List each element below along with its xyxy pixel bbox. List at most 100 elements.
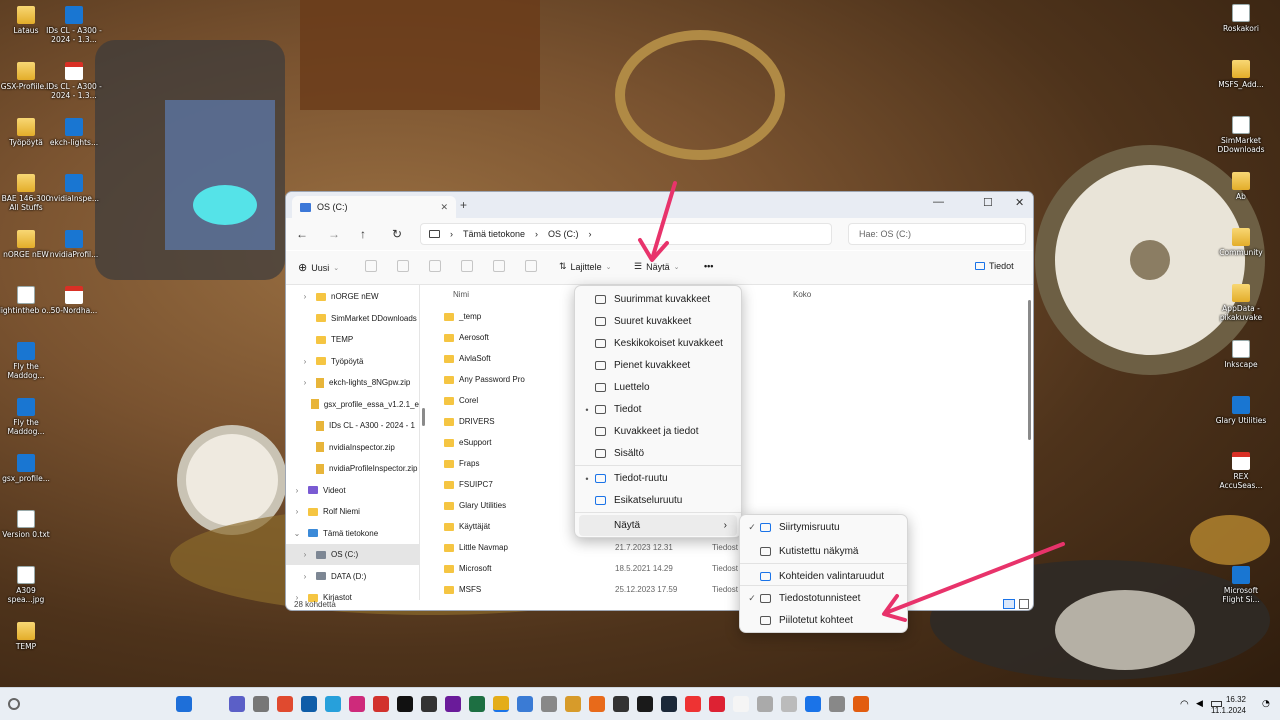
search-input[interactable]: Hae: OS (C:) — [848, 223, 1026, 245]
notes-icon[interactable] — [565, 696, 581, 712]
explorer-icon[interactable] — [493, 696, 509, 712]
maximize-button[interactable]: ☐ — [983, 196, 993, 209]
desktop-icon[interactable]: ekch-lights... — [46, 118, 102, 147]
chrome-icon[interactable] — [445, 696, 461, 712]
show-menu-item[interactable]: Kohteiden valintaruudut — [744, 566, 904, 587]
chevron-icon[interactable]: › — [300, 357, 310, 366]
desktop-icon[interactable]: TEMP — [0, 622, 54, 651]
speaker-icon[interactable]: ◀ — [1196, 699, 1203, 709]
forward-button[interactable]: → — [328, 227, 360, 241]
teams-icon[interactable] — [301, 696, 317, 712]
sidebar-item[interactable]: › nORGE nEW — [286, 286, 419, 307]
address-bar[interactable]: › Tämä tietokone › OS (C:) › — [420, 223, 832, 245]
up-button[interactable]: ↑ — [360, 227, 392, 241]
chevron-icon[interactable]: › — [300, 292, 310, 301]
desktop-icon[interactable]: Microsoft Flight Si... — [1213, 566, 1269, 604]
desktop-icon[interactable]: 50-Nordha... — [46, 286, 102, 315]
sidebar-item[interactable]: IDs CL - A300 - 2024 - 1 — [286, 415, 419, 436]
minimize-button[interactable]: — — [933, 196, 944, 208]
view-menu-item[interactable]: Pienet kuvakkeet — [579, 355, 737, 376]
mail-icon[interactable] — [349, 696, 365, 712]
desktop-icon[interactable]: IDs CL - A300 - 2024 - 1.3... — [46, 62, 102, 100]
desktop-icon[interactable]: Roskakori — [1213, 4, 1269, 33]
breadcrumb-os-c[interactable]: OS (C:) — [548, 229, 579, 239]
settings-icon[interactable] — [829, 696, 845, 712]
show-menu-item[interactable]: Piilotetut kohteet — [744, 610, 904, 631]
file-row[interactable]: Microsoft 18.5.2021 14.29 Tiedost — [444, 558, 1024, 579]
chevron-icon[interactable]: › — [300, 550, 310, 559]
rename-icon[interactable] — [461, 260, 473, 272]
desktop-icon[interactable]: Ab — [1213, 172, 1269, 201]
view-menu-item[interactable]: Sisältö — [579, 443, 737, 464]
battery-icon[interactable] — [1211, 701, 1222, 707]
view-menu-item[interactable]: Näytä › — [579, 515, 737, 536]
opera-icon[interactable] — [373, 696, 389, 712]
show-menu-item[interactable]: Kutistettu näkymä — [744, 541, 904, 562]
tiles-view-toggle-icon[interactable] — [1019, 599, 1029, 609]
steam-icon[interactable] — [637, 696, 653, 712]
firefox-icon[interactable] — [853, 696, 869, 712]
chevron-icon[interactable]: › — [300, 378, 310, 387]
chevron-icon[interactable]: › — [292, 507, 302, 516]
valve-icon[interactable] — [661, 696, 677, 712]
sidebar-item[interactable]: › Rolf Niemi — [286, 501, 419, 522]
copilot-icon[interactable] — [325, 696, 341, 712]
photos-icon[interactable] — [517, 696, 533, 712]
chevron-icon[interactable]: › — [300, 572, 310, 581]
column-header-size[interactable]: Koko — [793, 290, 811, 299]
terminal-icon[interactable] — [397, 696, 413, 712]
desktop-icon[interactable]: nvidiaInspe... — [46, 174, 102, 203]
chevron-icon[interactable]: ⌄ — [292, 529, 302, 538]
obs-icon[interactable] — [421, 696, 437, 712]
close-button[interactable]: ✕ — [1015, 196, 1024, 209]
sidebar-item[interactable]: TEMP — [286, 329, 419, 350]
desktop-icon[interactable]: Fly the Maddog... — [0, 398, 54, 436]
close-tab-icon[interactable]: ✕ — [440, 202, 448, 213]
desktop-icon[interactable]: Glary Utilities — [1213, 396, 1269, 425]
bag-icon[interactable] — [589, 696, 605, 712]
generic-icon[interactable] — [757, 696, 773, 712]
view-menu-item[interactable]: Kuvakkeet ja tiedot — [579, 421, 737, 442]
search-icon[interactable] — [229, 696, 245, 712]
sidebar-item[interactable]: nvidiaInspector.zip — [286, 437, 419, 458]
sidebar-item[interactable]: ⌄ Tämä tietokone — [286, 523, 419, 544]
wifi-icon[interactable]: ◠ — [1180, 699, 1189, 710]
sidebar-item[interactable]: SimMarket DDownloads — [286, 308, 419, 329]
desktop-icon[interactable]: gsx_profile... — [0, 454, 54, 483]
more-options-button[interactable]: ••• — [704, 261, 713, 271]
calendar-icon[interactable] — [541, 696, 557, 712]
sidebar-item[interactable]: › Työpöytä — [286, 351, 419, 372]
flight-icon[interactable] — [709, 696, 725, 712]
sidebar-item[interactable]: › DATA (D:) — [286, 566, 419, 587]
widget-icon[interactable] — [8, 698, 20, 710]
desktop-icon[interactable]: SimMarket DDownloads — [1213, 116, 1269, 154]
show-menu-item[interactable]: ✓ Tiedostotunnisteet — [744, 588, 904, 609]
file-row[interactable]: Little Navmap 21.7.2023 12.31 Tiedost — [444, 537, 1024, 558]
sidebar-item[interactable]: › Videot — [286, 480, 419, 501]
tool-icon[interactable] — [781, 696, 797, 712]
sidebar-item[interactable]: nvidiaProfileInspector.zip — [286, 458, 419, 479]
store-icon[interactable] — [805, 696, 821, 712]
desktop-icon[interactable]: A309 spea...jpg — [0, 566, 54, 604]
copy-icon[interactable] — [397, 260, 409, 272]
tab-os-c[interactable]: OS (C:) ✕ — [292, 196, 456, 218]
notification-bell-icon[interactable]: ◔ — [1262, 699, 1270, 709]
view-menu-item[interactable]: Esikatseluruutu — [579, 490, 737, 511]
desktop-icon[interactable]: Community — [1213, 228, 1269, 257]
file-list-scrollbar[interactable] — [1028, 300, 1031, 440]
app-icon[interactable] — [685, 696, 701, 712]
desktop-icon[interactable]: Version 0.txt — [0, 510, 54, 539]
paste-icon[interactable] — [429, 260, 441, 272]
explorer-alt-icon[interactable] — [277, 696, 293, 712]
cut-icon[interactable] — [365, 260, 377, 272]
view-menu-item[interactable]: Suurimmat kuvakkeet — [579, 289, 737, 310]
desktop-icon[interactable]: Inkscape — [1213, 340, 1269, 369]
task-view-icon[interactable] — [253, 696, 269, 712]
view-menu-item[interactable]: Keskikokoiset kuvakkeet — [579, 333, 737, 354]
sidebar-item[interactable]: › OS (C:) — [286, 544, 419, 565]
view-menu-item[interactable]: • Tiedot — [579, 399, 737, 420]
sidebar-item[interactable]: › ekch-lights_8NGpw.zip — [286, 372, 419, 393]
details-view-toggle-icon[interactable] — [1003, 599, 1015, 609]
view-button[interactable]: ☰ Näytä ⌄ — [634, 261, 679, 272]
chevron-icon[interactable]: › — [292, 486, 302, 495]
